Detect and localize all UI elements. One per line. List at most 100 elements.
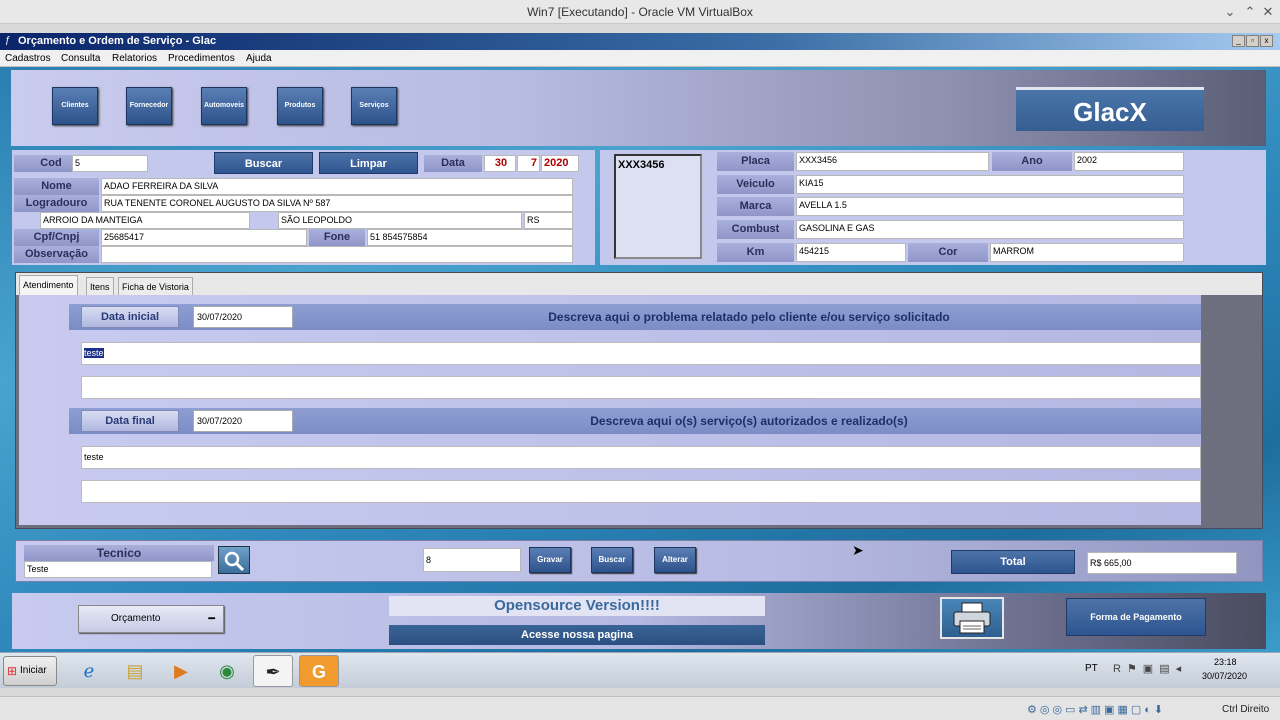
servicos-line-2[interactable] [81, 480, 1201, 503]
data-final-button[interactable]: Data final [81, 410, 179, 432]
problema-line-1[interactable]: teste [81, 342, 1201, 365]
host-titlebar: Win7 [Executando] - Oracle VM VirtualBox… [0, 0, 1280, 24]
data-year-field[interactable]: 2020 [541, 155, 579, 172]
km-field[interactable]: 454215 [796, 243, 906, 262]
menu-procedimentos[interactable]: Procedimentos [168, 53, 235, 64]
km-label: Km [717, 243, 794, 262]
cor-label: Cor [908, 243, 988, 262]
menu-cadastros[interactable]: Cadastros [5, 53, 51, 64]
combust-field[interactable]: GASOLINA E GAS [796, 220, 1184, 239]
data-month-field[interactable]: 7 [517, 155, 540, 172]
host-close-icon[interactable]: ✕ [1260, 4, 1276, 20]
data-inicial-field[interactable]: 30/07/2020 [193, 306, 293, 328]
observacao-field[interactable] [101, 246, 573, 263]
numero-field[interactable]: 8 [423, 548, 521, 572]
app-close-icon[interactable]: x [1260, 35, 1273, 47]
app-minimize-icon[interactable]: _ [1232, 35, 1245, 47]
tecnico-panel: Tecnico Teste 8 Gravar Buscar Alterar To… [15, 540, 1263, 582]
fornecedor-button[interactable]: Fornecedor [126, 87, 172, 125]
total-field[interactable]: R$ 665,00 [1087, 552, 1237, 574]
cpf-field[interactable]: 25685417 [101, 229, 307, 246]
placa-label: Placa [717, 152, 794, 171]
alterar-button[interactable]: Alterar [654, 547, 696, 573]
ano-field[interactable]: 2002 [1074, 152, 1184, 171]
forma-pagamento-button[interactable]: Forma de Pagamento [1066, 598, 1206, 636]
language-indicator[interactable]: PT [1085, 663, 1098, 674]
windows-taskbar: ⊞ Iniciar ℯ ▤ ▶ ◉ ✒ G PT R⚑▣▤◂ 23:18 30/… [0, 652, 1280, 688]
search-icon[interactable] [218, 546, 250, 574]
placa-field[interactable]: XXX3456 [796, 152, 989, 171]
vbox-status-icons[interactable]: ⚙◎◎▭⇄▥▣▦▢◐⬇ [1027, 703, 1166, 716]
cidade-field[interactable]: SÃO LEOPOLDO [278, 212, 522, 229]
menu-ajuda[interactable]: Ajuda [246, 53, 272, 64]
tipo-select-value: Orçamento [111, 613, 161, 624]
servicos-line-1[interactable]: teste [81, 446, 1201, 469]
marca-field[interactable]: AVELLA 1.5 [796, 197, 1184, 216]
glac-app-icon[interactable]: G [299, 655, 339, 687]
ano-label: Ano [992, 152, 1072, 171]
observacao-label: Observação [14, 246, 99, 263]
fone-field[interactable]: 51 854575854 [367, 229, 573, 246]
logradouro-label: Logradouro [14, 195, 99, 212]
start-button[interactable]: ⊞ Iniciar [3, 656, 57, 686]
servicos-button[interactable]: Serviços [351, 87, 397, 125]
bairro-field[interactable]: ARROIO DA MANTEIGA [40, 212, 250, 229]
marca-label: Marca [717, 197, 794, 216]
problema-line-2[interactable] [81, 376, 1201, 399]
internet-explorer-icon[interactable]: ℯ [69, 655, 109, 687]
host-status-bar: ⚙◎◎▭⇄▥▣▦▢◐⬇ Ctrl Direito [0, 696, 1280, 720]
gravar-button[interactable]: Gravar [529, 547, 571, 573]
host-minimize-icon[interactable]: ⌄ [1222, 4, 1238, 20]
vehicle-list[interactable]: XXX3456 [614, 154, 702, 259]
data-final-field[interactable]: 30/07/2020 [193, 410, 293, 432]
tab-ficha-vistoria[interactable]: Ficha de Vistoria [118, 277, 193, 295]
atendimento-panel: Data inicial 30/07/2020 Descreva aqui o … [19, 295, 1201, 525]
magnifier-svg [224, 551, 245, 572]
start-label: Iniciar [20, 665, 47, 676]
tipo-select[interactable]: Orçamento ━ [78, 605, 224, 633]
chrome-icon[interactable]: ◉ [207, 655, 247, 687]
logradouro-field[interactable]: RUA TENENTE CORONEL AUGUSTO DA SILVA Nº … [101, 195, 573, 212]
vehicle-panel: XXX3456 Placa XXX3456 Ano 2002 Veiculo K… [600, 150, 1266, 265]
total-label: Total [951, 550, 1075, 574]
problema-header: Data inicial 30/07/2020 Descreva aqui o … [69, 304, 1201, 330]
tecnico-label: Tecnico [24, 545, 214, 561]
problema-line-1-text: teste [84, 348, 104, 358]
dropdown-icon: ━ [208, 613, 215, 625]
clock-time: 23:18 [1214, 657, 1237, 667]
windows-logo-icon: ⊞ [7, 664, 18, 678]
menu-relatorios[interactable]: Relatorios [112, 53, 157, 64]
fone-label: Fone [309, 229, 365, 246]
cpf-label: Cpf/Cnpj [14, 229, 99, 246]
nome-field[interactable]: ADAO FERREIRA DA SILVA [101, 178, 573, 195]
limpar-button[interactable]: Limpar [319, 152, 418, 174]
cor-field[interactable]: MARROM [990, 243, 1184, 262]
data-day-field[interactable]: 30 [484, 155, 516, 172]
tab-atendimento[interactable]: Atendimento [19, 275, 78, 295]
buscar-cliente-button[interactable]: Buscar [214, 152, 313, 174]
buscar-tecnico-button[interactable]: Buscar [591, 547, 633, 573]
automoveis-button[interactable]: Automoveis [201, 87, 247, 125]
host-maximize-icon[interactable]: ⌃ [1242, 4, 1258, 20]
uf-field[interactable]: RS [524, 212, 573, 229]
quill-app-icon[interactable]: ✒ [253, 655, 293, 687]
veiculo-field[interactable]: KIA15 [796, 175, 1184, 194]
cod-field[interactable]: 5 [72, 155, 148, 172]
servicos-title: Descreva aqui o(s) serviço(s) autorizado… [590, 414, 908, 428]
tab-strip: Atendimento Itens Ficha de Vistoria [16, 273, 1262, 295]
data-label: Data [424, 155, 482, 172]
tray-icons[interactable]: R⚑▣▤◂ [1113, 662, 1187, 675]
menu-consulta[interactable]: Consulta [61, 53, 100, 64]
app-restore-icon[interactable]: ▫ [1246, 35, 1259, 47]
acesse-pagina-button[interactable]: Acesse nossa pagina [389, 625, 765, 645]
media-player-icon[interactable]: ▶ [161, 655, 201, 687]
data-inicial-button[interactable]: Data inicial [81, 306, 179, 328]
tecnico-field[interactable]: Teste [24, 561, 212, 578]
brand-logo: GlacX [1016, 87, 1204, 131]
footer-panel: Orçamento ━ Opensource Version!!!! Acess… [12, 593, 1266, 649]
produtos-button[interactable]: Produtos [277, 87, 323, 125]
tab-itens[interactable]: Itens [86, 277, 114, 295]
clientes-button[interactable]: Clientes [52, 87, 98, 125]
printer-icon[interactable] [940, 597, 1004, 639]
file-explorer-icon[interactable]: ▤ [115, 655, 155, 687]
